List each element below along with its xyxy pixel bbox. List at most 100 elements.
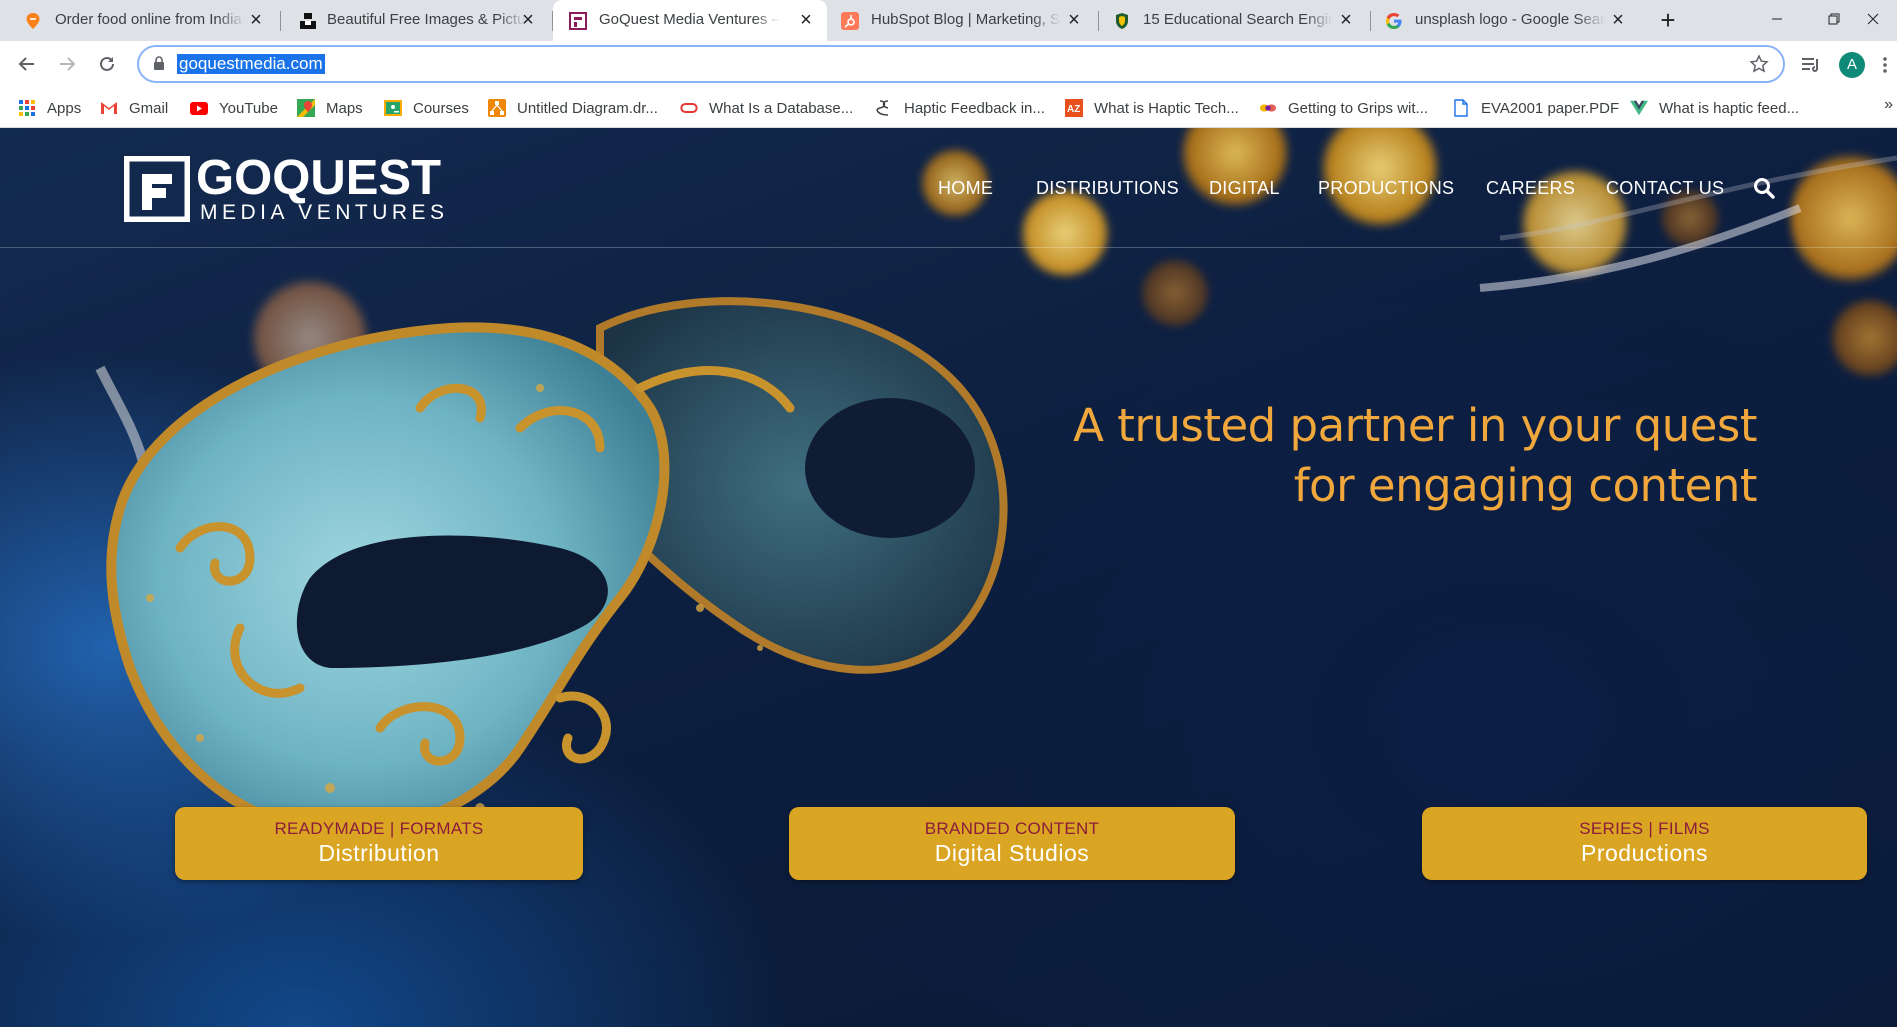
close-tab-icon[interactable]: × bbox=[245, 9, 267, 31]
arrow-right-icon bbox=[60, 57, 76, 71]
tagline-line-2: for engaging content bbox=[1293, 459, 1758, 512]
bookmark-apps[interactable]: Apps bbox=[18, 97, 81, 119]
bookmark-haptic-feed[interactable]: What is haptic feed... bbox=[1630, 97, 1799, 119]
new-tab-button[interactable]: + bbox=[1653, 6, 1683, 36]
menu-button[interactable] bbox=[1877, 51, 1893, 79]
browser-tab[interactable]: 15 Educational Search Engine × bbox=[1099, 0, 1371, 41]
digital-studios-card[interactable]: BRANDED CONTENT Digital Studios bbox=[789, 807, 1235, 880]
card-title: Distribution bbox=[318, 840, 440, 866]
swiggy-icon bbox=[24, 12, 42, 30]
bookmark-drawio[interactable]: Untitled Diagram.dr... bbox=[488, 97, 658, 119]
nav-distributions[interactable]: DISTRIBUTIONS bbox=[1036, 178, 1179, 202]
colorful-icon bbox=[1259, 99, 1277, 117]
site-header: GOQUEST MEDIA VENTURES HOME DISTRIBUTION… bbox=[0, 128, 1897, 248]
hubspot-icon bbox=[841, 12, 859, 30]
goquest-logo-icon bbox=[122, 154, 192, 224]
reading-list-icon bbox=[1802, 58, 1818, 72]
bookmark-star-icon[interactable] bbox=[1749, 54, 1769, 79]
nav-careers[interactable]: CAREERS bbox=[1486, 178, 1575, 202]
nav-home[interactable]: HOME bbox=[938, 178, 993, 202]
bookmark-label: Untitled Diagram.dr... bbox=[517, 99, 658, 117]
address-bar[interactable]: goquestmedia.com bbox=[137, 45, 1785, 83]
close-tab-icon[interactable]: × bbox=[1063, 9, 1085, 31]
bookmark-label: Maps bbox=[326, 99, 363, 117]
oracle-icon bbox=[680, 99, 698, 117]
shield-icon bbox=[1113, 12, 1131, 30]
bookmark-gmail[interactable]: Gmail bbox=[100, 97, 168, 119]
back-button[interactable] bbox=[12, 49, 42, 79]
bookmark-maps[interactable]: Maps bbox=[297, 97, 363, 119]
browser-tab[interactable]: HubSpot Blog | Marketing, Sa × bbox=[827, 0, 1099, 41]
bookmark-courses[interactable]: Courses bbox=[384, 97, 469, 119]
browser-tab[interactable]: Beautiful Free Images & Pictu × bbox=[281, 0, 553, 41]
tab-title: 15 Educational Search Engine bbox=[1143, 11, 1333, 28]
profile-avatar[interactable]: A bbox=[1839, 52, 1865, 78]
gmail-icon bbox=[100, 99, 118, 117]
browser-tab-active[interactable]: GoQuest Media Ventures – G × bbox=[553, 0, 827, 41]
bookmark-haptic-tech[interactable]: AZ What is Haptic Tech... bbox=[1065, 97, 1239, 119]
az-icon: AZ bbox=[1065, 99, 1083, 117]
google-icon bbox=[1385, 12, 1403, 30]
productions-card[interactable]: SERIES | FILMS Productions bbox=[1422, 807, 1867, 880]
card-title: Digital Studios bbox=[934, 840, 1090, 866]
logo-name: GOQUEST bbox=[196, 151, 442, 205]
bookmark-label: Haptic Feedback in... bbox=[904, 99, 1045, 117]
bookmark-label: EVA2001 paper.PDF bbox=[1481, 99, 1620, 117]
tab-title: Order food online from India bbox=[55, 11, 242, 28]
close-tab-icon[interactable]: × bbox=[795, 9, 817, 31]
tab-title: Beautiful Free Images & Pictu bbox=[327, 11, 526, 28]
tab-strip: Order food online from India × Beautiful… bbox=[0, 0, 1897, 41]
more-vertical-icon bbox=[1883, 57, 1887, 73]
goquest-logo[interactable]: GOQUEST MEDIA VENTURES bbox=[122, 151, 444, 227]
maps-icon bbox=[297, 99, 315, 117]
url-text[interactable]: goquestmedia.com bbox=[177, 54, 325, 74]
card-subtitle: SERIES | FILMS bbox=[1579, 819, 1710, 838]
document-icon bbox=[1452, 99, 1470, 117]
tab-title: GoQuest Media Ventures – G bbox=[599, 11, 781, 28]
tagline-line-1: A trusted partner in your quest bbox=[1073, 399, 1757, 452]
bookmark-label: Gmail bbox=[129, 99, 169, 117]
bookmark-label: What is Haptic Tech... bbox=[1094, 99, 1239, 117]
close-tab-icon[interactable]: × bbox=[517, 9, 539, 31]
apps-grid-icon bbox=[18, 99, 36, 117]
bookmark-label: What is haptic feed... bbox=[1659, 99, 1800, 117]
drawio-icon bbox=[488, 99, 506, 117]
tab-title: HubSpot Blog | Marketing, Sa bbox=[871, 11, 1061, 28]
bookmark-youtube[interactable]: YouTube bbox=[190, 97, 278, 119]
nav-digital[interactable]: DIGITAL bbox=[1209, 178, 1280, 202]
bookmark-haptic-feedback[interactable]: Haptic Feedback in... bbox=[875, 97, 1045, 119]
bookmark-label: Courses bbox=[413, 99, 469, 117]
close-tab-icon[interactable]: × bbox=[1335, 9, 1357, 31]
minimize-button[interactable] bbox=[1752, 0, 1802, 38]
bookmarks-overflow-button[interactable]: » bbox=[1884, 96, 1893, 114]
bookmark-oracle[interactable]: What Is a Database... bbox=[680, 97, 853, 119]
close-tab-icon[interactable]: × bbox=[1607, 9, 1629, 31]
forward-button[interactable] bbox=[52, 49, 82, 79]
bookmark-label: Apps bbox=[47, 99, 82, 117]
svg-text:AZ: AZ bbox=[1067, 104, 1080, 115]
search-icon[interactable] bbox=[1753, 177, 1775, 204]
distribution-card[interactable]: READYMADE | FORMATS Distribution bbox=[175, 807, 583, 880]
bookmarks-bar: Apps Gmail YouTube Maps Courses Untitled… bbox=[0, 88, 1897, 128]
arrow-left-icon bbox=[18, 57, 34, 71]
reload-icon bbox=[100, 56, 114, 71]
lock-icon bbox=[153, 56, 165, 76]
tab-title: unsplash logo - Google Searc bbox=[1415, 11, 1605, 28]
browser-tab[interactable]: Order food online from India × bbox=[0, 0, 281, 41]
carnival-mask-image bbox=[106, 297, 1008, 839]
browser-toolbar: goquestmedia.com A bbox=[0, 41, 1897, 88]
browser-tab[interactable]: unsplash logo - Google Searc × bbox=[1371, 0, 1643, 41]
reload-button[interactable] bbox=[92, 49, 122, 79]
reading-list-button[interactable] bbox=[1797, 51, 1825, 79]
restore-icon bbox=[1828, 13, 1840, 25]
bookmark-getting-to-grips[interactable]: Getting to Grips wit... bbox=[1259, 97, 1428, 119]
card-subtitle: BRANDED CONTENT bbox=[924, 819, 1100, 838]
bookmark-eva2001[interactable]: EVA2001 paper.PDF bbox=[1452, 97, 1619, 119]
hero-tagline: A trusted partner in your quest for enga… bbox=[1073, 396, 1757, 516]
goquest-icon bbox=[569, 12, 587, 30]
classroom-icon bbox=[384, 99, 402, 117]
card-title: Productions bbox=[1581, 840, 1708, 866]
close-window-button[interactable] bbox=[1848, 0, 1897, 38]
nav-contact-us[interactable]: CONTACT US bbox=[1606, 178, 1724, 202]
nav-productions[interactable]: PRODUCTIONS bbox=[1318, 178, 1454, 202]
